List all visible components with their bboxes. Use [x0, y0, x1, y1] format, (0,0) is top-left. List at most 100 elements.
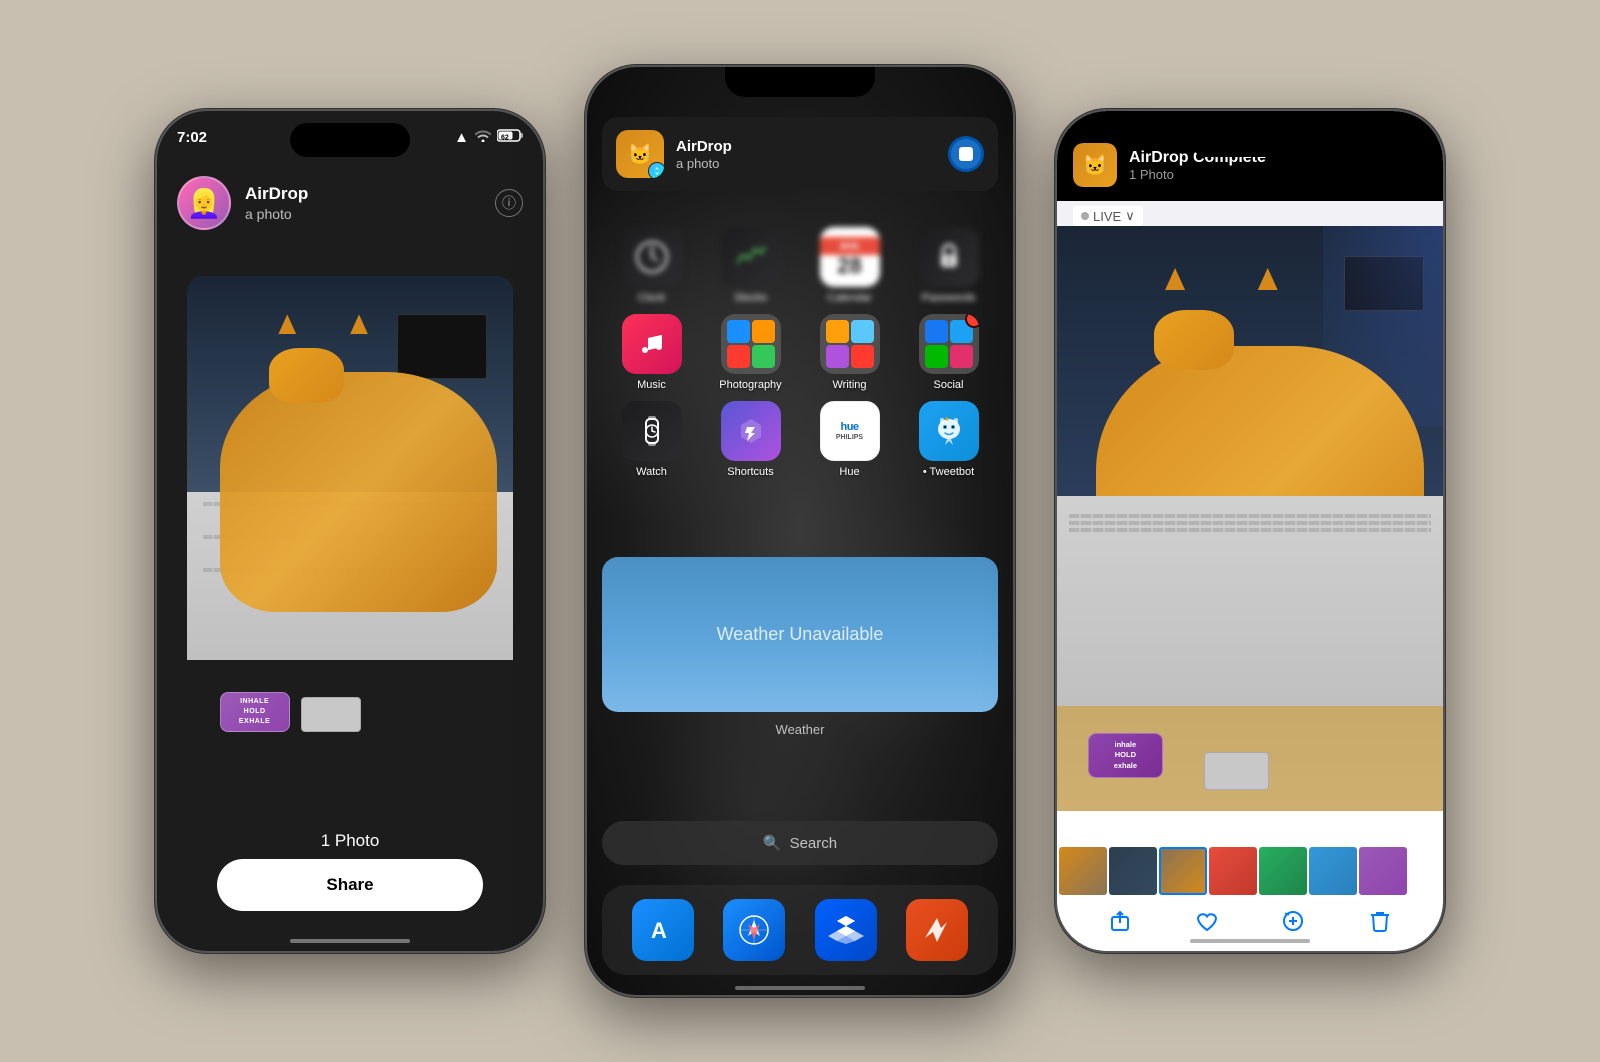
watch-icon: [622, 401, 682, 461]
photo-actions: [1057, 899, 1443, 943]
app-hue-label: Hue: [839, 466, 859, 478]
delete-action-icon[interactable]: [1368, 909, 1392, 933]
dock-safari[interactable]: [723, 899, 785, 961]
app-music[interactable]: Music: [615, 314, 689, 391]
phone-1-screen: 7:02 ▲ 62: [157, 111, 543, 951]
passwords-icon: [919, 227, 979, 287]
stocks-icon: [721, 227, 781, 287]
thumb-2[interactable]: [1109, 847, 1157, 895]
airdrop-complete-count: 1 Photo: [1129, 167, 1427, 182]
calendar-icon: MON 28: [820, 227, 880, 287]
thumb-5[interactable]: [1259, 847, 1307, 895]
heart-action-icon[interactable]: [1195, 909, 1219, 933]
app-shortcuts-label: Shortcuts: [727, 466, 773, 478]
monitor: [397, 314, 487, 379]
airdrop-title: AirDrop: [245, 184, 308, 204]
home-indicator-2: [735, 986, 865, 990]
app-stocks[interactable]: Stocks: [714, 227, 788, 304]
p3-airdrop-icon: 🐱: [1073, 143, 1117, 187]
social-icon: [919, 314, 979, 374]
cat-body: [220, 372, 497, 612]
apps-grid: Clock Stocks MON 28: [602, 227, 998, 488]
cat-head: [269, 348, 344, 403]
home-indicator-3: [1190, 939, 1310, 943]
phone-2: 🐱 AirDrop a photo: [585, 65, 1015, 997]
phone-3-cat-scene: inhaleHOLDexhale: [1057, 226, 1443, 826]
airdrop-notification-banner[interactable]: 🐱 AirDrop a photo: [602, 117, 998, 191]
airdrop-subtitle: a photo: [245, 206, 308, 222]
app-hue[interactable]: hue PHILIPS Hue: [813, 401, 887, 478]
thumb-4[interactable]: [1209, 847, 1257, 895]
airdrop-photo: inhaleHOLDexhale: [187, 276, 513, 756]
home-indicator-1: [290, 939, 410, 943]
add-photo-action-icon[interactable]: [1281, 909, 1305, 933]
dynamic-island-1: [290, 123, 410, 157]
thumb-6[interactable]: [1309, 847, 1357, 895]
app-photography-label: Photography: [719, 379, 781, 391]
phone-2-screen: 🐱 AirDrop a photo: [587, 67, 1013, 995]
info-button[interactable]: ⓘ: [495, 189, 523, 217]
hue-icon: hue PHILIPS: [820, 401, 880, 461]
phone-1: 7:02 ▲ 62: [155, 109, 545, 953]
phone-3-screen: 🐱 AirDrop Complete 1 Photo LIVE ∨: [1057, 111, 1443, 951]
status-icons: ▲ 62: [454, 129, 523, 146]
thumb-1[interactable]: [1059, 847, 1107, 895]
weather-label: Weather: [617, 722, 983, 737]
dock-dropbox[interactable]: [815, 899, 877, 961]
apps-row-2: Music Photography: [602, 314, 998, 391]
notif-app-name: AirDrop: [676, 138, 936, 155]
thumbnail-strip: [1057, 847, 1443, 899]
photo-count: 1 Photo: [157, 831, 543, 851]
stop-icon: [959, 147, 973, 161]
cat-scene: inhaleHOLDexhale: [187, 276, 513, 756]
live-dot: [1081, 212, 1089, 220]
live-label: LIVE: [1093, 209, 1121, 224]
app-watch[interactable]: Watch: [615, 401, 689, 478]
status-time: 7:02: [177, 129, 207, 146]
dock-spark[interactable]: [906, 899, 968, 961]
app-calendar[interactable]: MON 28 Calendar: [813, 227, 887, 304]
phone-1-header: 👱‍♀️ AirDrop a photo ⓘ: [177, 176, 523, 230]
app-passwords[interactable]: Passwords: [912, 227, 986, 304]
thumb-3[interactable]: [1159, 847, 1207, 895]
share-button[interactable]: Share: [217, 859, 483, 911]
app-watch-label: Watch: [636, 466, 667, 478]
airdrop-badge-icon: [648, 162, 664, 178]
clock-icon: [622, 227, 682, 287]
photography-icon: [721, 314, 781, 374]
svg-text:A: A: [651, 918, 667, 943]
app-calendar-label: Calendar: [827, 292, 872, 304]
phone-3-bottom-bar: [1057, 811, 1443, 951]
search-label: Search: [790, 835, 838, 852]
app-photography[interactable]: Photography: [714, 314, 788, 391]
share-action-icon[interactable]: [1108, 909, 1132, 933]
notif-stop-button[interactable]: [948, 136, 984, 172]
trackpad: [301, 697, 361, 732]
notif-icon-wrapper: 🐱: [616, 130, 664, 178]
app-writing[interactable]: Writing: [813, 314, 887, 391]
notif-text: AirDrop a photo: [676, 138, 936, 171]
avatar: 👱‍♀️: [177, 176, 231, 230]
app-tweetbot[interactable]: • Tweetbot: [912, 401, 986, 478]
dock-appstore[interactable]: A: [632, 899, 694, 961]
app-tweetbot-label: • Tweetbot: [923, 466, 974, 478]
wifi-icon: [475, 129, 491, 146]
music-icon: [622, 314, 682, 374]
search-icon: 🔍: [763, 834, 782, 852]
dock: A: [602, 885, 998, 975]
live-badge[interactable]: LIVE ∨: [1073, 206, 1143, 226]
shortcuts-icon: [721, 401, 781, 461]
app-writing-label: Writing: [832, 379, 866, 391]
app-social[interactable]: Social: [912, 314, 986, 391]
search-bar[interactable]: 🔍 Search: [602, 821, 998, 865]
apps-row-3: Watch Shortcuts hue: [602, 401, 998, 478]
writing-icon: [820, 314, 880, 374]
app-social-label: Social: [934, 379, 964, 391]
svg-text:62: 62: [501, 135, 509, 142]
app-clock[interactable]: Clock: [615, 227, 689, 304]
phone-3: 🐱 AirDrop Complete 1 Photo LIVE ∨: [1055, 109, 1445, 953]
weather-widget[interactable]: Weather Unavailable Weather: [602, 557, 998, 712]
sender-info: AirDrop a photo: [245, 184, 308, 222]
thumb-7[interactable]: [1359, 847, 1407, 895]
app-shortcuts[interactable]: Shortcuts: [714, 401, 788, 478]
